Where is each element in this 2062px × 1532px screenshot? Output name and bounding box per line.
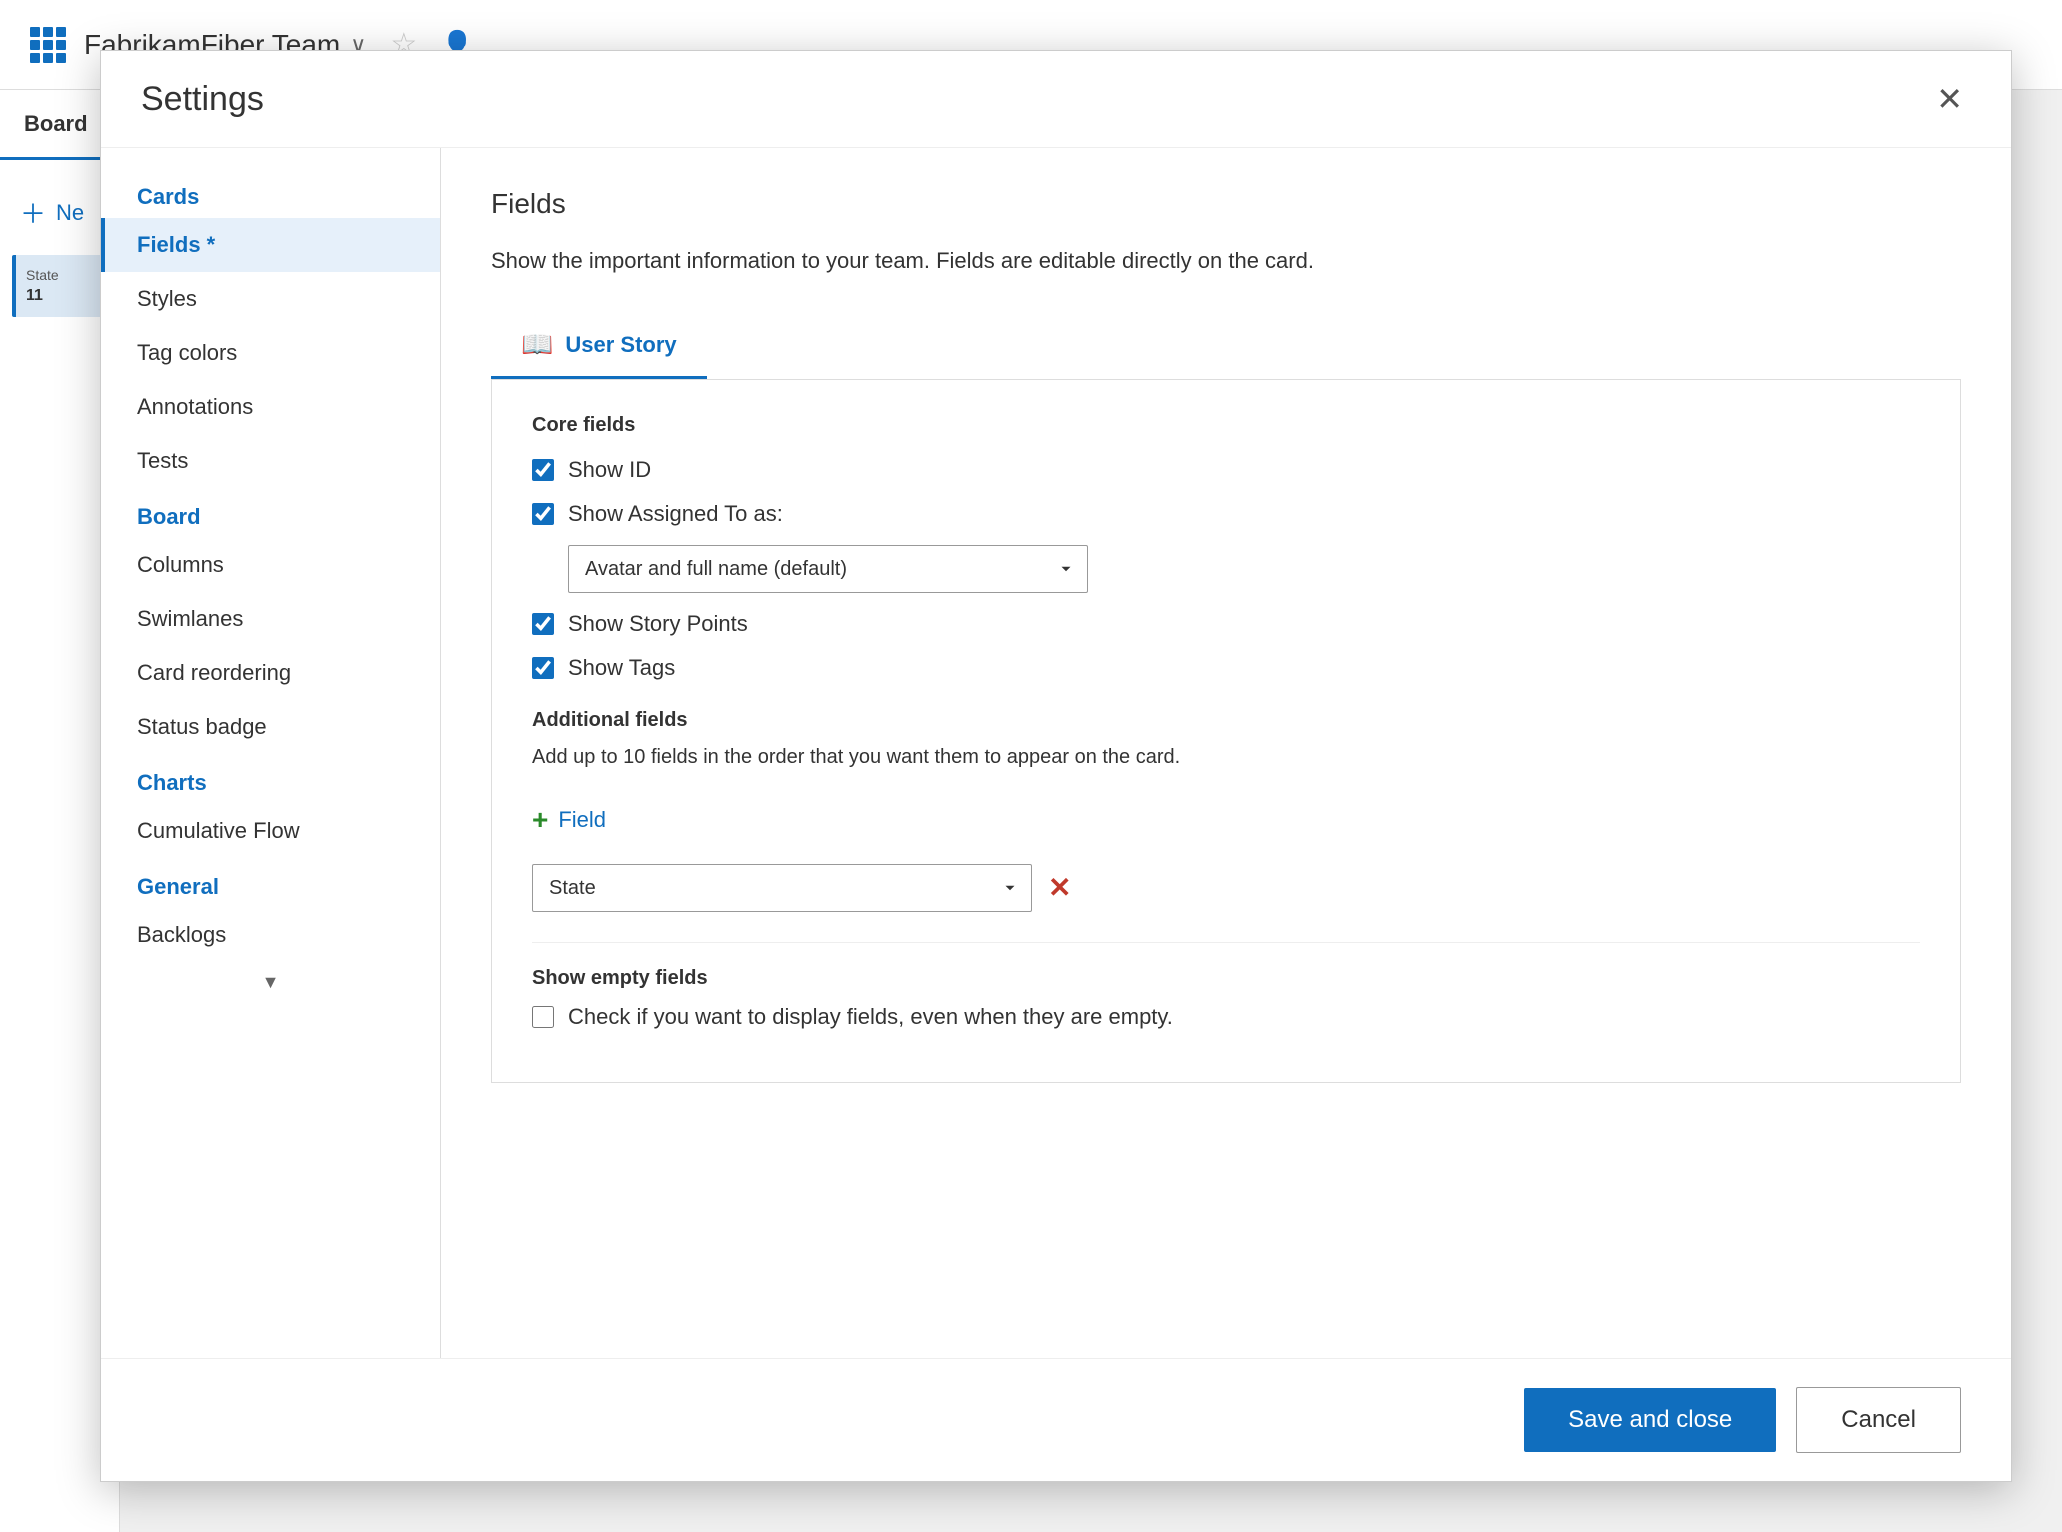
additional-fields-desc: Add up to 10 fields in the order that yo… bbox=[532, 742, 1920, 772]
modal-title: Settings bbox=[141, 80, 264, 119]
nav-section-charts: Charts bbox=[101, 754, 440, 804]
nav-section-board: Board bbox=[101, 488, 440, 538]
show-assigned-label: Show Assigned To as: bbox=[568, 501, 783, 527]
board-title: Board bbox=[24, 111, 88, 137]
settings-content: Fields Show the important information to… bbox=[441, 148, 2011, 1358]
nav-item-cumulative-flow[interactable]: Cumulative Flow bbox=[101, 804, 440, 858]
show-empty-label: Show empty fields bbox=[532, 967, 1920, 990]
state-card: State 11 bbox=[12, 255, 107, 317]
state-label: State bbox=[26, 267, 97, 283]
modal-footer: Save and close Cancel bbox=[101, 1358, 2011, 1481]
settings-modal: Settings ✕ Cards Fields * Styles Tag col… bbox=[100, 50, 2012, 1482]
show-assigned-row: Show Assigned To as: bbox=[532, 501, 1920, 527]
state-number: 11 bbox=[26, 287, 97, 305]
nav-item-swimlanes[interactable]: Swimlanes bbox=[101, 592, 440, 646]
add-field-label: Field bbox=[558, 807, 606, 833]
show-story-points-label: Show Story Points bbox=[568, 611, 748, 637]
assigned-dropdown-row: Avatar and full name (default) Avatar on… bbox=[568, 545, 1920, 593]
tab-user-story[interactable]: 📖 User Story bbox=[491, 313, 707, 379]
show-empty-checkbox[interactable] bbox=[532, 1006, 554, 1028]
show-tags-row: Show Tags bbox=[532, 655, 1920, 681]
show-story-points-checkbox[interactable] bbox=[532, 613, 554, 635]
field-row: State Title Priority Area Path Iteration… bbox=[532, 864, 1920, 912]
show-id-row: Show ID bbox=[532, 457, 1920, 483]
show-story-points-row: Show Story Points bbox=[532, 611, 1920, 637]
add-field-button[interactable]: + Field bbox=[532, 796, 606, 844]
nav-item-fields[interactable]: Fields * bbox=[101, 218, 440, 272]
save-and-close-button[interactable]: Save and close bbox=[1524, 1388, 1776, 1452]
show-id-checkbox[interactable] bbox=[532, 459, 554, 481]
tab-bar: 📖 User Story bbox=[491, 313, 1961, 380]
show-empty-desc: Check if you want to display fields, eve… bbox=[568, 1004, 1173, 1030]
nav-section-cards: Cards bbox=[101, 168, 440, 218]
book-icon: 📖 bbox=[521, 329, 553, 360]
assigned-to-select[interactable]: Avatar and full name (default) Avatar on… bbox=[568, 545, 1088, 593]
nav-item-card-reordering[interactable]: Card reordering bbox=[101, 646, 440, 700]
nav-item-tests[interactable]: Tests bbox=[101, 434, 440, 488]
show-tags-checkbox[interactable] bbox=[532, 657, 554, 679]
core-fields-label: Core fields bbox=[532, 414, 1920, 437]
nav-item-tag-colors[interactable]: Tag colors bbox=[101, 326, 440, 380]
content-description: Show the important information to your t… bbox=[491, 244, 1961, 277]
plus-icon: ＋ bbox=[20, 194, 46, 231]
field-select[interactable]: State Title Priority Area Path Iteration… bbox=[532, 864, 1032, 912]
show-assigned-checkbox[interactable] bbox=[532, 503, 554, 525]
show-empty-section: Show empty fields Check if you want to d… bbox=[532, 942, 1920, 1030]
add-plus-icon: + bbox=[532, 804, 548, 836]
modal-body: Cards Fields * Styles Tag colors Annotat… bbox=[101, 148, 2011, 1358]
nav-section-general: General bbox=[101, 858, 440, 908]
nav-item-status-badge[interactable]: Status badge bbox=[101, 700, 440, 754]
content-header: Fields bbox=[491, 188, 1961, 220]
new-label: Ne bbox=[56, 200, 84, 226]
nav-item-annotations[interactable]: Annotations bbox=[101, 380, 440, 434]
nav-item-columns[interactable]: Columns bbox=[101, 538, 440, 592]
close-button[interactable]: ✕ bbox=[1928, 79, 1971, 119]
show-tags-label: Show Tags bbox=[568, 655, 675, 681]
nav-scroll-down-icon: ▼ bbox=[101, 962, 440, 1003]
show-id-label: Show ID bbox=[568, 457, 651, 483]
cancel-button[interactable]: Cancel bbox=[1796, 1387, 1961, 1453]
nav-item-backlogs[interactable]: Backlogs bbox=[101, 908, 440, 962]
app-grid-icon bbox=[30, 27, 66, 63]
delete-field-button[interactable]: ✕ bbox=[1048, 874, 1071, 902]
settings-nav: Cards Fields * Styles Tag colors Annotat… bbox=[101, 148, 441, 1358]
tab-user-story-label: User Story bbox=[565, 332, 676, 358]
show-empty-row: Check if you want to display fields, eve… bbox=[532, 1004, 1920, 1030]
additional-fields-label: Additional fields bbox=[532, 709, 1920, 732]
nav-item-styles[interactable]: Styles bbox=[101, 272, 440, 326]
fields-box: Core fields Show ID Show Assigned To as:… bbox=[491, 380, 1961, 1083]
modal-header: Settings ✕ bbox=[101, 51, 2011, 148]
